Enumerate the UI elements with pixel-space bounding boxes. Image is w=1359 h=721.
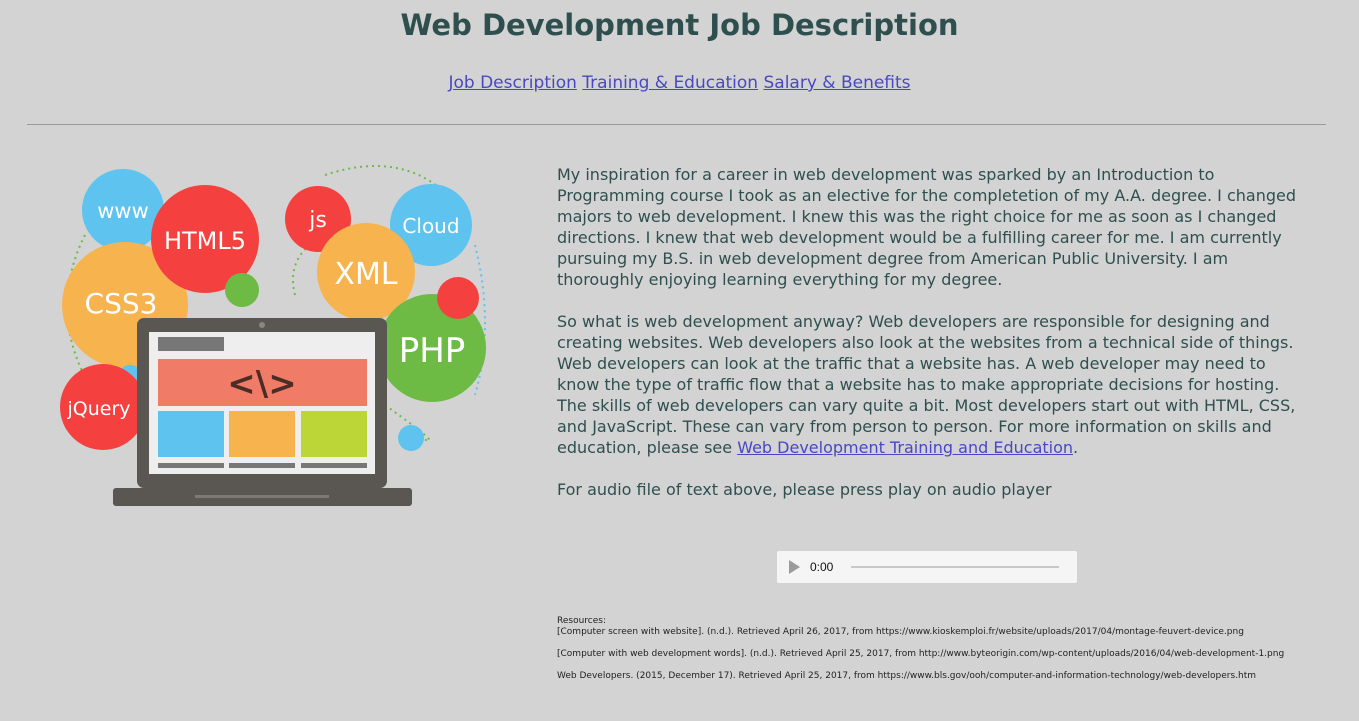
laptop-icon: <\> bbox=[113, 318, 412, 506]
screen-footer-bar bbox=[158, 463, 224, 468]
resource-item: [Computer screen with website]. (n.d.). … bbox=[557, 627, 1244, 637]
skills-text-end: . bbox=[1073, 438, 1079, 457]
www-label: www bbox=[97, 199, 149, 223]
screen-tile-orange bbox=[229, 411, 295, 457]
screen-tile-lime bbox=[301, 411, 367, 457]
job-description-text: My inspiration for a career in web devel… bbox=[557, 164, 1297, 500]
play-icon[interactable] bbox=[789, 560, 800, 574]
cloud-label: Cloud bbox=[402, 214, 459, 238]
php-label: PHP bbox=[399, 331, 466, 371]
main-nav: Job Description Training & Education Sal… bbox=[0, 73, 1359, 93]
paragraph-audio-instructions: For audio file of text above, please pre… bbox=[557, 480, 1052, 499]
audio-time: 0:00 bbox=[810, 560, 834, 574]
laptop-camera bbox=[259, 322, 265, 328]
resources-heading: Resources: bbox=[557, 616, 606, 626]
small-green-bubble bbox=[225, 273, 259, 307]
divider bbox=[27, 124, 1326, 125]
css3-label: CSS3 bbox=[85, 287, 158, 320]
web-development-illustration: www CSS3 HTML5 js Cloud XML PHP jQuery <… bbox=[60, 165, 486, 506]
resource-item: Web Developers. (2015, December 17). Ret… bbox=[557, 671, 1257, 681]
nav-link-job-description[interactable]: Job Description bbox=[448, 73, 576, 93]
screen-footer-bar bbox=[229, 463, 295, 468]
audio-progress-track[interactable] bbox=[851, 566, 1060, 568]
laptop-trackpad-edge bbox=[195, 495, 329, 498]
screen-tile-blue bbox=[158, 411, 224, 457]
small-blue-bubble bbox=[398, 425, 424, 451]
jquery-label: jQuery bbox=[66, 398, 130, 420]
nav-link-training-education[interactable]: Training & Education bbox=[582, 73, 758, 93]
screen-footer-bar bbox=[301, 463, 367, 468]
code-icon: <\> bbox=[227, 364, 296, 404]
audio-player[interactable]: 0:00 bbox=[777, 551, 1077, 583]
paragraph-what-is-web-development: So what is web development anyway? Web d… bbox=[557, 312, 1294, 394]
resources-section: Resources: [Computer screen with website… bbox=[557, 616, 1297, 693]
paragraph-inspiration: My inspiration for a career in web devel… bbox=[557, 165, 1297, 289]
training-education-link[interactable]: Web Development Training and Education bbox=[737, 438, 1073, 457]
resource-item: [Computer with web development words]. (… bbox=[557, 649, 1285, 659]
screen-header-bar bbox=[158, 337, 224, 351]
xml-label: XML bbox=[334, 257, 397, 292]
js-label: js bbox=[308, 208, 327, 233]
page-title: Web Development Job Description bbox=[400, 8, 959, 42]
html5-label: HTML5 bbox=[164, 227, 246, 255]
paragraph-skills: The skills of web developers can vary qu… bbox=[557, 395, 1297, 458]
small-red-bubble bbox=[437, 277, 479, 319]
nav-link-salary-benefits[interactable]: Salary & Benefits bbox=[763, 73, 910, 93]
